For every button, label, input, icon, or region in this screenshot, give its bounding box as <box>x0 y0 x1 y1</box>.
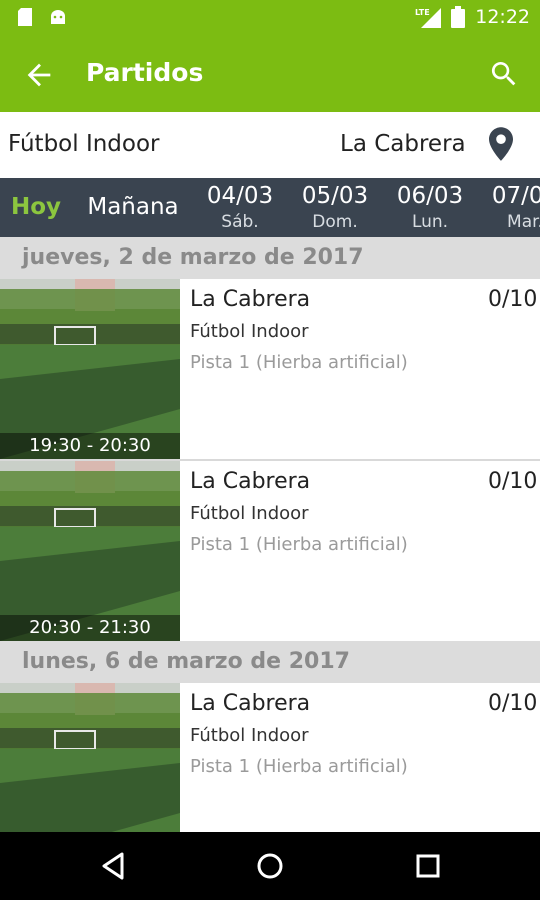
tab-date: 07/03 <box>491 183 540 209</box>
android-icon <box>51 10 65 24</box>
sport-selector[interactable]: Fútbol Indoor <box>8 131 160 157</box>
tab-day: Mar. <box>507 212 540 232</box>
player-count: 0/10 <box>488 287 538 312</box>
search-icon[interactable] <box>488 58 520 90</box>
tab-manana[interactable]: Mañana <box>82 178 184 237</box>
field-image <box>0 279 180 459</box>
network-label: LTE <box>415 8 430 17</box>
tab-label: Hoy <box>10 194 62 220</box>
back-triangle-icon[interactable] <box>96 848 132 884</box>
tab-05-03[interactable]: 05/03 Dom. <box>295 178 375 237</box>
match-card[interactable]: 19:30 - 20:30 La Cabrera 0/10 Fútbol Ind… <box>0 279 540 459</box>
sport-label: Fútbol Indoor <box>190 503 309 524</box>
status-bar: LTE 12:22 <box>0 0 540 36</box>
player-count: 0/10 <box>488 469 538 494</box>
tab-day: Sáb. <box>221 212 259 232</box>
tab-04-03[interactable]: 04/03 Sáb. <box>200 178 280 237</box>
sd-card-icon <box>18 8 32 26</box>
tab-06-03[interactable]: 06/03 Lun. <box>390 178 470 237</box>
section-date: lunes, 6 de marzo de 2017 <box>22 649 350 674</box>
battery-icon <box>451 6 466 28</box>
court-label: Pista 1 (Hierba artificial) <box>190 534 408 555</box>
date-tab-bar: Hoy Mañana 04/03 Sáb. 05/03 Dom. 06/03 L… <box>0 178 540 237</box>
home-circle-icon[interactable] <box>252 848 288 884</box>
sport-label: Fútbol Indoor <box>190 321 309 342</box>
court-label: Pista 1 (Hierba artificial) <box>190 756 408 777</box>
app-bar: Partidos <box>0 36 540 112</box>
arrow-back-icon[interactable] <box>22 58 56 92</box>
player-count: 0/10 <box>488 691 538 716</box>
section-header: lunes, 6 de marzo de 2017 <box>0 641 540 683</box>
field-image <box>0 461 180 641</box>
time-badge: 19:30 - 20:30 <box>0 433 180 459</box>
field-photo: 20:30 - 21:30 <box>0 461 180 641</box>
tab-date: 04/03 <box>206 183 274 209</box>
tab-date: 06/03 <box>396 183 464 209</box>
time-badge: 20:30 - 21:30 <box>0 615 180 641</box>
recents-square-icon[interactable] <box>410 848 446 884</box>
tab-date: 05/03 <box>301 183 369 209</box>
tab-day: Dom. <box>312 212 358 232</box>
location-selector[interactable]: La Cabrera <box>340 131 466 157</box>
venue-name: La Cabrera <box>190 287 311 312</box>
tab-07-03[interactable]: 07/03 Mar. <box>485 178 540 237</box>
field-photo: 19:30 - 20:30 <box>0 279 180 459</box>
venue-name: La Cabrera <box>190 469 311 494</box>
filter-bar: Fútbol Indoor La Cabrera <box>0 112 540 178</box>
page-title: Partidos <box>86 58 204 87</box>
tab-label: Mañana <box>87 194 179 220</box>
lte-signal-icon: LTE <box>415 8 442 28</box>
match-card[interactable]: 20:30 - 21:30 La Cabrera 0/10 Fútbol Ind… <box>0 461 540 641</box>
system-nav-bar <box>0 832 540 900</box>
clock: 12:22 <box>475 6 530 28</box>
section-date: jueves, 2 de marzo de 2017 <box>22 245 364 270</box>
tab-hoy[interactable]: Hoy <box>6 178 66 237</box>
section-header: jueves, 2 de marzo de 2017 <box>0 237 540 279</box>
court-label: Pista 1 (Hierba artificial) <box>190 352 408 373</box>
location-pin-icon[interactable] <box>486 126 516 162</box>
venue-name: La Cabrera <box>190 691 311 716</box>
sport-label: Fútbol Indoor <box>190 725 309 746</box>
tab-day: Lun. <box>411 212 449 232</box>
